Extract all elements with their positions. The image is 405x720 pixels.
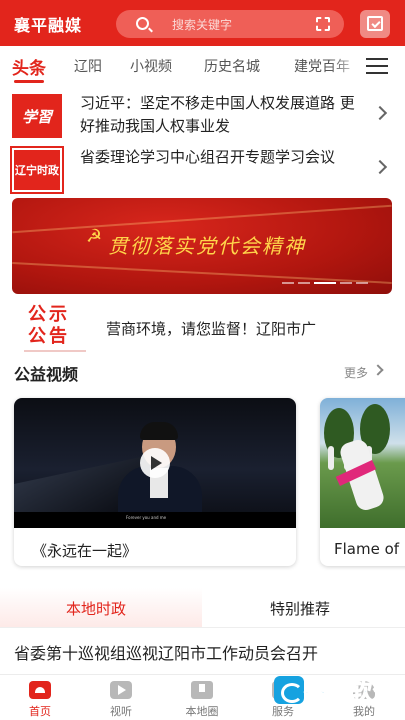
tab-headlines[interactable]: 头条 bbox=[12, 54, 46, 79]
book-icon bbox=[191, 681, 213, 699]
news-item[interactable]: 学習 习近平：坚定不移走中国人权发展道路 更好推动我国人权事业发 bbox=[0, 90, 405, 146]
video-subtitle: Forever you and me bbox=[126, 515, 167, 520]
top-bar: 襄平融媒 搜索关键字 bbox=[0, 0, 405, 46]
segment-tabs: 本地时政 特别推荐 bbox=[0, 588, 405, 628]
video-card[interactable]: Flame of bbox=[320, 398, 405, 566]
banner-carousel[interactable]: ☭ 贯彻落实党代会精神 bbox=[12, 198, 392, 294]
watermark-logo-icon bbox=[274, 676, 304, 704]
notice-bar[interactable]: 公示 公告 营商环境，请您监督！辽阳市广 bbox=[0, 302, 405, 354]
tab-history-city[interactable]: 历史名城 bbox=[204, 56, 260, 76]
more-link[interactable]: 更多 bbox=[344, 364, 368, 381]
menu-icon[interactable] bbox=[366, 58, 388, 74]
news-title: 省委理论学习中心组召开专题学习会议 bbox=[80, 148, 336, 166]
tab-liaoyang[interactable]: 辽阳 bbox=[74, 56, 102, 76]
site-watermark: 谷普软件园 bbox=[274, 674, 405, 708]
calendar-button[interactable] bbox=[360, 10, 390, 38]
play-icon bbox=[110, 681, 132, 699]
nav-home[interactable]: 首页 bbox=[10, 681, 70, 719]
nav-local[interactable]: 本地圈 bbox=[172, 681, 232, 719]
tab-active-indicator bbox=[14, 80, 44, 83]
banner-slogan: 贯彻落实党代会精神 bbox=[108, 234, 306, 258]
headline-item[interactable]: 省委第十巡视组巡视辽阳市工作动员会召开 bbox=[14, 640, 318, 664]
channel-tabs: 头条 辽阳 小视频 历史名城 建党百年 bbox=[0, 46, 405, 86]
liaoning-politics-logo: 辽宁时政 bbox=[10, 146, 64, 194]
nav-media[interactable]: 视听 bbox=[91, 681, 151, 719]
chevron-right-icon bbox=[372, 159, 388, 175]
video-thumbnail: Forever you and me bbox=[14, 398, 296, 528]
video-card[interactable]: Forever you and me 《永远在一起》 bbox=[14, 398, 296, 566]
chevron-right-icon bbox=[372, 364, 384, 376]
chevron-right-icon bbox=[372, 105, 388, 121]
play-icon[interactable] bbox=[140, 448, 170, 478]
notice-title: 公示 公告 bbox=[28, 304, 70, 347]
watermark-text: 谷普软件园 bbox=[303, 680, 405, 706]
notice-text: 营商环境，请您监督！辽阳市广 bbox=[106, 320, 317, 338]
notice-divider bbox=[24, 350, 86, 352]
tab-local-politics[interactable]: 本地时政 bbox=[66, 598, 126, 619]
app-screen: 襄平融媒 搜索关键字 头条 辽阳 小视频 历史名城 建党百年 学習 习近平：坚定… bbox=[0, 0, 405, 720]
search-placeholder: 搜索关键字 bbox=[172, 18, 233, 32]
home-icon bbox=[29, 681, 51, 699]
news-title: 习近平：坚定不移走中国人权发展道路 更好推动我国人权事业发 bbox=[80, 94, 355, 135]
party-emblem-icon: ☭ bbox=[86, 226, 103, 247]
video-title: Flame of bbox=[334, 540, 400, 558]
tab-fade bbox=[330, 46, 364, 86]
video-thumbnail bbox=[320, 398, 405, 528]
tab-special-recommend[interactable]: 特别推荐 bbox=[270, 598, 330, 619]
video-section-header: 公益视频 更多 bbox=[0, 358, 405, 386]
section-title: 公益视频 bbox=[14, 365, 79, 384]
xuexi-logo: 学習 bbox=[12, 94, 62, 138]
app-title: 襄平融媒 bbox=[14, 16, 83, 35]
search-bar[interactable]: 搜索关键字 bbox=[116, 10, 344, 38]
calendar-check-icon bbox=[367, 16, 383, 31]
tab-short-video[interactable]: 小视频 bbox=[130, 56, 172, 76]
scan-icon[interactable] bbox=[316, 17, 330, 31]
news-item[interactable]: 辽宁时政 省委理论学习中心组召开专题学习会议 bbox=[0, 144, 405, 200]
search-icon bbox=[136, 17, 149, 30]
video-title: 《永远在一起》 bbox=[32, 542, 138, 560]
